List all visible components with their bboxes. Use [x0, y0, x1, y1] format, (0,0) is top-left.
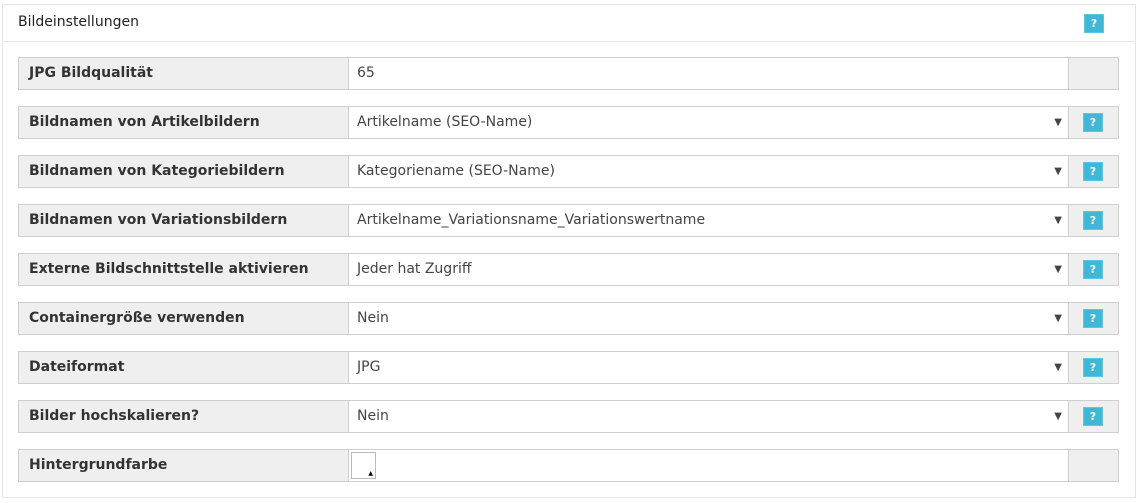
select-value: JPG — [357, 359, 381, 375]
select-value: Artikelname_Variationsname_Variationswer… — [357, 212, 706, 228]
select-value: Nein — [357, 408, 389, 424]
row-side-cell: ? — [1069, 254, 1118, 285]
row-side-cell: ? — [1069, 303, 1118, 334]
help-icon[interactable]: ? — [1084, 14, 1104, 33]
setting-label: Bildnamen von Kategoriebildern — [19, 156, 349, 187]
setting-row-external-image-interface: Externe Bildschnittstelle aktivieren Jed… — [18, 253, 1119, 286]
variation-image-names-select[interactable]: Artikelname_Variationsname_Variationswer… — [349, 205, 1069, 236]
setting-label: JPG Bildqualität — [19, 58, 349, 89]
setting-label: Dateiformat — [19, 352, 349, 383]
help-icon[interactable]: ? — [1083, 211, 1103, 230]
setting-label: Bildnamen von Variationsbildern — [19, 205, 349, 236]
chevron-down-icon: ▼ — [1054, 215, 1062, 226]
setting-row-jpg-quality: JPG Bildqualität 65 — [18, 57, 1119, 90]
jpg-quality-input[interactable]: 65 — [349, 58, 1069, 89]
help-icon[interactable]: ? — [1083, 113, 1103, 132]
setting-row-upscale-images: Bilder hochskalieren? Nein ▼ ? — [18, 400, 1119, 433]
select-value: Nein — [357, 310, 389, 326]
setting-label: Bildnamen von Artikelbildern — [19, 107, 349, 138]
row-side-cell: ? — [1069, 205, 1118, 236]
help-icon[interactable]: ? — [1083, 260, 1103, 279]
chevron-down-icon: ▼ — [1054, 411, 1062, 422]
chevron-down-icon: ▼ — [1054, 264, 1062, 275]
chevron-down-icon: ▼ — [1054, 313, 1062, 324]
setting-row-variation-image-names: Bildnamen von Variationsbildern Artikeln… — [18, 204, 1119, 237]
file-format-select[interactable]: JPG ▼ — [349, 352, 1069, 383]
help-icon[interactable]: ? — [1083, 162, 1103, 181]
setting-label: Containergröße verwenden — [19, 303, 349, 334]
setting-label: Hintergrundfarbe — [19, 450, 349, 481]
color-picker-swatch[interactable]: ▲ — [351, 452, 376, 479]
row-side-cell: ? — [1069, 156, 1118, 187]
article-image-names-select[interactable]: Artikelname (SEO-Name) ▼ — [349, 107, 1069, 138]
setting-label: Bilder hochskalieren? — [19, 401, 349, 432]
category-image-names-select[interactable]: Kategoriename (SEO-Name) ▼ — [349, 156, 1069, 187]
setting-row-article-image-names: Bildnamen von Artikelbildern Artikelname… — [18, 106, 1119, 139]
help-icon[interactable]: ? — [1083, 358, 1103, 377]
chevron-down-icon: ▼ — [1054, 362, 1062, 373]
chevron-down-icon: ▼ — [1054, 117, 1062, 128]
external-image-interface-select[interactable]: Jeder hat Zugriff ▼ — [349, 254, 1069, 285]
setting-label: Externe Bildschnittstelle aktivieren — [19, 254, 349, 285]
select-value: Jeder hat Zugriff — [357, 261, 472, 277]
panel-title: Bildeinstellungen — [18, 14, 139, 30]
container-size-select[interactable]: Nein ▼ — [349, 303, 1069, 334]
upscale-images-select[interactable]: Nein ▼ — [349, 401, 1069, 432]
row-side-cell: ? — [1069, 401, 1118, 432]
chevron-down-icon: ▼ — [1054, 166, 1062, 177]
input-value: 65 — [357, 65, 375, 81]
setting-row-background-color: Hintergrundfarbe ▲ — [18, 449, 1119, 482]
help-icon[interactable]: ? — [1083, 309, 1103, 328]
row-side-cell: ? — [1069, 352, 1118, 383]
row-side-cell — [1069, 58, 1118, 89]
row-side-cell — [1069, 450, 1118, 481]
select-value: Artikelname (SEO-Name) — [357, 114, 533, 130]
help-icon[interactable]: ? — [1083, 407, 1103, 426]
select-value: Kategoriename (SEO-Name) — [357, 163, 555, 179]
panel-header: Bildeinstellungen ? — [3, 5, 1135, 42]
setting-row-category-image-names: Bildnamen von Kategoriebildern Kategorie… — [18, 155, 1119, 188]
row-side-cell: ? — [1069, 107, 1118, 138]
setting-row-file-format: Dateiformat JPG ▼ ? — [18, 351, 1119, 384]
background-color-field: ▲ — [349, 450, 1069, 481]
setting-row-container-size: Containergröße verwenden Nein ▼ ? — [18, 302, 1119, 335]
caret-up-icon: ▲ — [368, 470, 373, 477]
